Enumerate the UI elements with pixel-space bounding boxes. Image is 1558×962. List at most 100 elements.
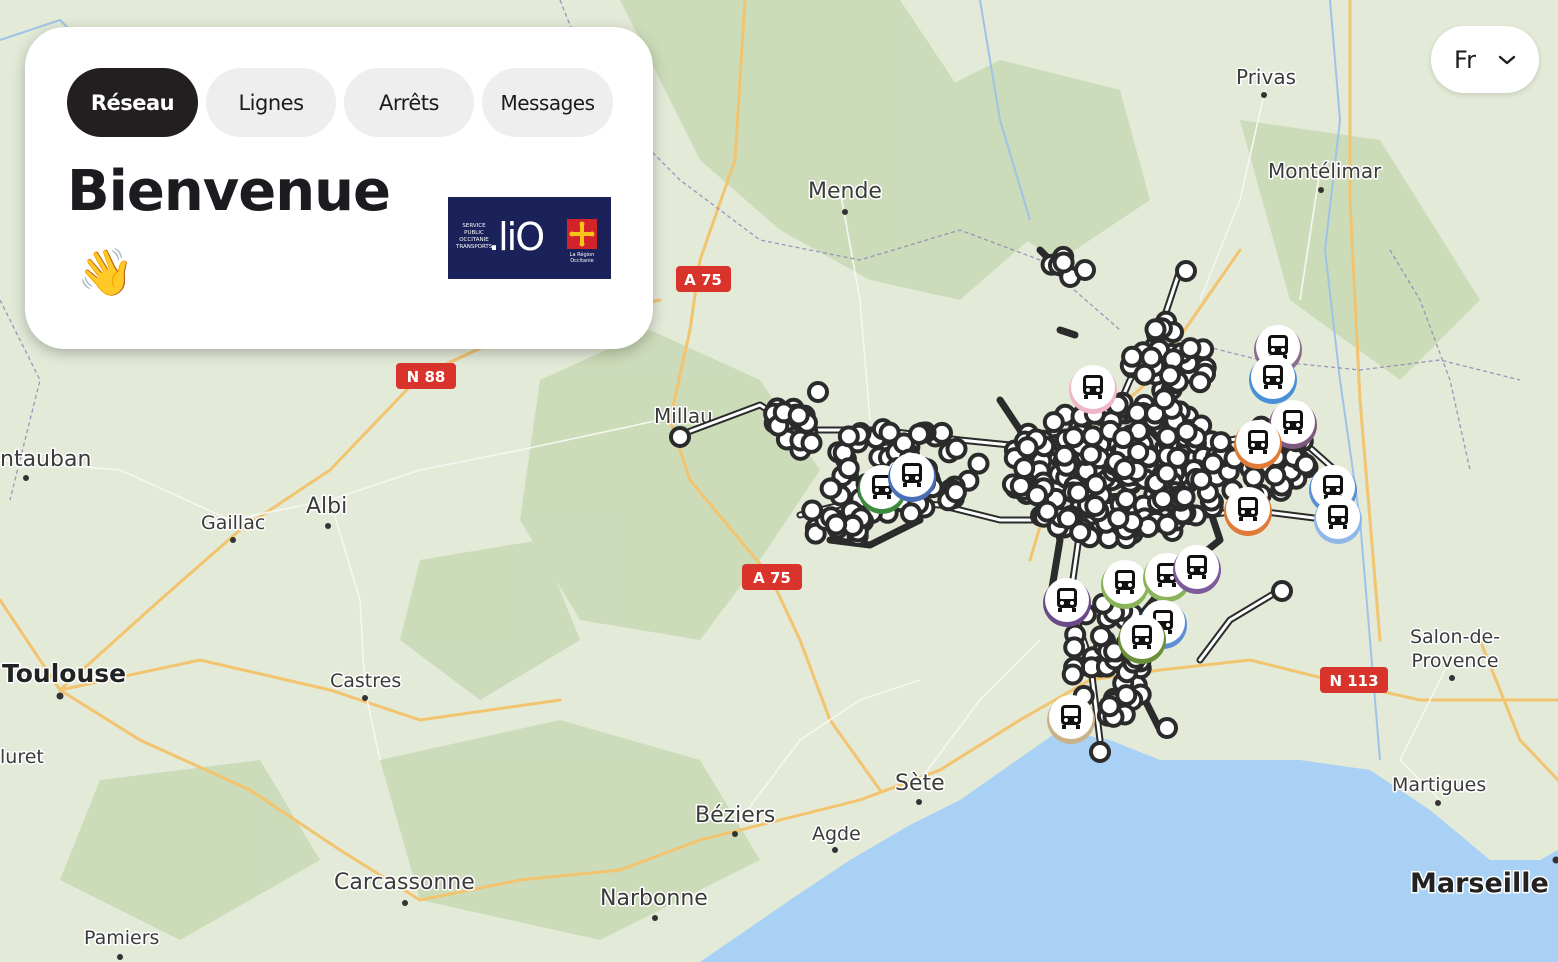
tab-lignes[interactable]: Lignes xyxy=(206,68,336,137)
bus-stop[interactable] xyxy=(1013,457,1036,480)
bus-stop[interactable] xyxy=(1152,488,1174,511)
chevron-down-icon xyxy=(1498,55,1516,64)
city-label: Albi xyxy=(306,494,347,519)
waving-hand-icon: 👋 xyxy=(77,245,135,299)
bus-stop[interactable] xyxy=(1063,636,1086,659)
bus-stop[interactable] xyxy=(1036,500,1059,523)
bus-stop[interactable] xyxy=(945,437,968,460)
bus-stop[interactable] xyxy=(1089,741,1111,763)
bus-stop[interactable] xyxy=(1084,495,1107,517)
tab-reseau[interactable]: Réseau xyxy=(67,68,198,137)
road-label: A 75 xyxy=(742,564,802,590)
bus-stop[interactable] xyxy=(1121,345,1144,368)
bus-stop[interactable] xyxy=(900,502,922,525)
bus-stop[interactable] xyxy=(1175,420,1198,443)
city-label: Provence xyxy=(1411,650,1498,672)
city-label: Agde xyxy=(812,823,861,845)
bus-stop[interactable] xyxy=(801,499,824,522)
bus-stop[interactable] xyxy=(1156,425,1179,448)
bus-stop[interactable] xyxy=(1264,464,1287,487)
bus-stop[interactable] xyxy=(944,481,967,504)
city-label: ntauban xyxy=(0,447,91,472)
bus-stop[interactable] xyxy=(837,457,860,480)
road-label: N 113 xyxy=(1320,667,1388,693)
bus-stop[interactable] xyxy=(1156,717,1178,739)
bus-stop[interactable] xyxy=(1144,318,1167,341)
city-label: Marseille xyxy=(1410,868,1549,899)
language-selector[interactable]: Fr xyxy=(1431,26,1539,93)
city-label: Béziers xyxy=(695,803,775,828)
city-label: Pamiers xyxy=(84,927,159,949)
city-label: Toulouse xyxy=(2,659,126,688)
bus-stop[interactable] xyxy=(1079,443,1102,466)
bus-stop[interactable] xyxy=(787,404,810,427)
bus-stop[interactable] xyxy=(1062,426,1085,449)
tab-messages[interactable]: Messages xyxy=(482,68,613,137)
bus-stop[interactable] xyxy=(1190,468,1213,491)
logo-region: La Région Occitanie xyxy=(569,252,595,264)
logo-brand: .liO xyxy=(488,215,545,259)
bus-stop[interactable] xyxy=(1271,580,1293,602)
bus-stop[interactable] xyxy=(819,477,842,500)
bus-stop[interactable] xyxy=(1159,364,1181,387)
bus-stop[interactable] xyxy=(1201,452,1224,475)
tab-bar: Réseau Lignes Arrêts Messages xyxy=(67,68,613,137)
bus-stop[interactable] xyxy=(1107,507,1130,530)
road-label: N 88 xyxy=(396,363,456,389)
bus-stop[interactable] xyxy=(825,513,848,536)
bus-stop[interactable] xyxy=(1067,481,1090,504)
bus-stop[interactable] xyxy=(837,425,860,448)
bus-stop[interactable] xyxy=(1081,425,1104,448)
tab-arrets[interactable]: Arrêts xyxy=(344,68,474,137)
bus-stop[interactable] xyxy=(1175,260,1197,282)
city-label: Carcassonne xyxy=(334,870,475,895)
bus-stop[interactable] xyxy=(1242,466,1265,489)
city-label: Sète xyxy=(895,771,945,796)
bus-stop[interactable] xyxy=(1127,441,1150,463)
city-label: Castres xyxy=(330,670,401,692)
lio-logo: SERVICE PUBLIC OCCITANIE TRANSPORTS .liO… xyxy=(448,197,611,279)
bus-stop[interactable] xyxy=(1074,259,1096,281)
bus-stop[interactable] xyxy=(1061,663,1084,686)
bus-stop[interactable] xyxy=(1156,513,1179,536)
bus-stop[interactable] xyxy=(1090,625,1112,648)
city-label: luret xyxy=(0,746,44,768)
bus-stop[interactable] xyxy=(1126,401,1149,424)
logo-tagline: SERVICE PUBLIC OCCITANIE TRANSPORTS xyxy=(456,223,493,250)
bus-stop[interactable] xyxy=(1115,684,1138,707)
bus-stop[interactable] xyxy=(1112,427,1135,450)
city-label: Narbonne xyxy=(600,886,708,911)
bus-stop[interactable] xyxy=(967,452,990,475)
city-label: Montélimar xyxy=(1268,159,1382,183)
bus-stop[interactable] xyxy=(1166,446,1189,469)
svg-text:N 113: N 113 xyxy=(1329,672,1378,690)
bus-stop[interactable] xyxy=(800,431,823,454)
city-label: Mende xyxy=(808,179,882,204)
bus-stop[interactable] xyxy=(1113,458,1136,481)
welcome-panel: Réseau Lignes Arrêts Messages Bienvenue … xyxy=(25,27,653,349)
bus-stop[interactable] xyxy=(669,426,691,448)
bus-stop[interactable] xyxy=(1053,444,1076,467)
bus-stop[interactable] xyxy=(1173,486,1196,509)
svg-text:A 75: A 75 xyxy=(684,271,722,289)
bus-stop[interactable] xyxy=(1016,436,1039,459)
language-value: Fr xyxy=(1454,45,1476,74)
bus-stop[interactable] xyxy=(1052,251,1075,274)
bus-stop[interactable] xyxy=(1115,488,1138,511)
bus-stop[interactable] xyxy=(1133,363,1156,386)
svg-text:A 75: A 75 xyxy=(753,569,791,587)
road-label: A 75 xyxy=(676,266,731,292)
bus-stop[interactable] xyxy=(807,381,829,403)
svg-text:N 88: N 88 xyxy=(407,368,446,386)
bus-stop[interactable] xyxy=(1294,453,1317,476)
bus-stop[interactable] xyxy=(1209,431,1232,454)
bus-stop[interactable] xyxy=(1098,695,1121,718)
bus-stop[interactable] xyxy=(1179,337,1202,360)
bus-stop[interactable] xyxy=(1189,371,1212,394)
bus-stop[interactable] xyxy=(1042,411,1065,434)
bus-stop[interactable] xyxy=(1084,473,1107,496)
city-label: Salon-de- xyxy=(1410,626,1500,648)
bus-stop[interactable] xyxy=(908,423,930,446)
bus-stop[interactable] xyxy=(1057,507,1079,530)
occitanie-flag-icon xyxy=(567,219,597,249)
